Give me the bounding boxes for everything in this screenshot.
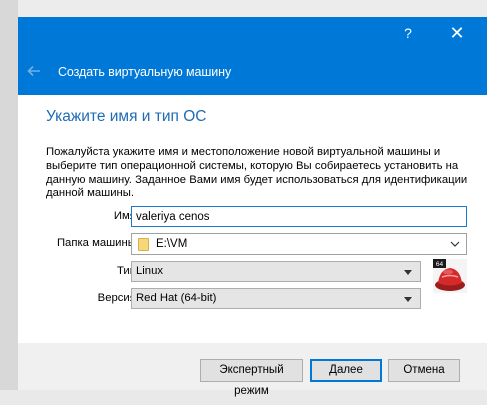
title-bar: ? ✕ Создать виртуальную машину: [18, 17, 487, 95]
version-select[interactable]: Red Hat (64-bit): [131, 288, 421, 309]
expert-mode-button[interactable]: Экспертный режим: [200, 359, 303, 397]
wizard-window: ? ✕ Создать виртуальную машину Укажите и…: [18, 17, 487, 397]
help-button[interactable]: ?: [388, 17, 428, 49]
os-badge: 64: [436, 261, 444, 268]
folder-label: Папка машины:: [56, 237, 139, 249]
folder-combo[interactable]: E:\VM: [131, 233, 467, 255]
dropdown-arrow-icon: [404, 270, 412, 275]
folder-value: E:\VM: [156, 238, 188, 250]
arrow-left-icon[interactable]: [26, 63, 42, 79]
type-select[interactable]: Linux: [131, 261, 421, 282]
background-strip: [0, 0, 18, 405]
cancel-button[interactable]: Отмена: [388, 359, 460, 382]
page-description: Пожалуйста укажите имя и местоположение …: [46, 146, 468, 200]
close-button[interactable]: ✕: [437, 17, 477, 49]
name-input[interactable]: [131, 206, 467, 227]
version-value: Red Hat (64-bit): [136, 292, 217, 304]
dropdown-arrow-icon: [404, 297, 412, 302]
folder-icon: [138, 238, 149, 251]
wizard-title: Создать виртуальную машину: [58, 65, 232, 79]
page-heading: Укажите имя и тип ОС: [46, 108, 207, 125]
chevron-down-icon[interactable]: [450, 239, 460, 249]
redhat-icon: 64: [433, 259, 467, 293]
next-button[interactable]: Далее: [310, 359, 382, 382]
type-value: Linux: [136, 265, 164, 277]
